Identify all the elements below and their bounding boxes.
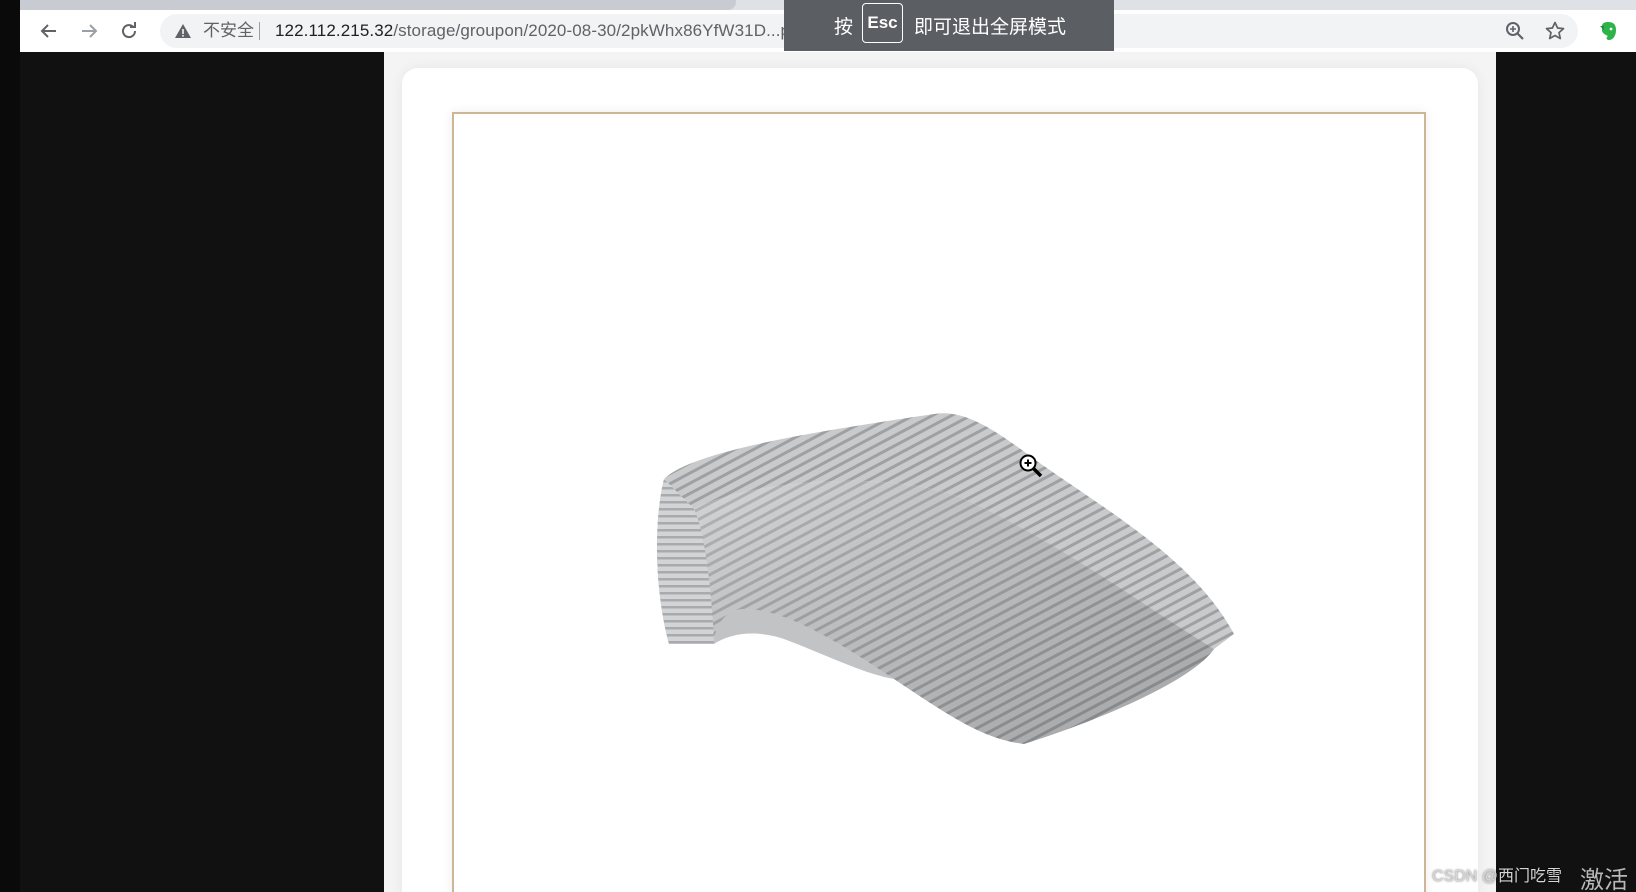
url-path: /storage/groupon/2020-08-30/2pkWhx86YfW3… bbox=[393, 21, 810, 40]
forward-button[interactable] bbox=[74, 16, 104, 46]
toast-press-text: 按 bbox=[834, 17, 854, 38]
reload-icon bbox=[122, 22, 137, 39]
url-host: 122.112.215.32 bbox=[275, 21, 394, 40]
left-backdrop bbox=[20, 52, 384, 892]
image-card bbox=[402, 68, 1478, 892]
arrow-right-icon bbox=[82, 24, 98, 38]
right-backdrop bbox=[1496, 52, 1636, 892]
zoom-button[interactable] bbox=[1500, 16, 1530, 46]
page-content bbox=[384, 52, 1496, 892]
url-text[interactable]: 122.112.215.32/storage/groupon/2020-08-3… bbox=[275, 22, 809, 40]
esc-key-badge: Esc bbox=[862, 3, 903, 43]
extension-button[interactable] bbox=[1594, 16, 1624, 46]
evernote-elephant-icon bbox=[1600, 22, 1616, 40]
fullscreen-toast: 按 Esc 即可退出全屏模式 bbox=[784, 0, 1114, 51]
active-tab[interactable] bbox=[20, 0, 736, 10]
zoom-in-cursor-icon bbox=[1019, 454, 1043, 478]
windows-activation-text: 激活 bbox=[1580, 867, 1628, 892]
arrow-left-icon bbox=[40, 24, 56, 38]
star-icon bbox=[1545, 21, 1565, 40]
back-button[interactable] bbox=[34, 16, 64, 46]
product-image-frame[interactable] bbox=[452, 112, 1426, 892]
csdn-watermark: CSDN @西门吃雪 bbox=[1432, 868, 1563, 885]
pillow-image[interactable] bbox=[634, 389, 1284, 749]
reload-button[interactable] bbox=[114, 16, 144, 46]
security-label[interactable]: 不安全 bbox=[203, 22, 254, 40]
desktop-edge bbox=[0, 0, 20, 892]
toast-message: 即可退出全屏模式 bbox=[914, 17, 1067, 38]
zoom-in-icon bbox=[1506, 22, 1524, 40]
bookmark-button[interactable] bbox=[1540, 16, 1570, 46]
screenshot-frame: 不安全 122.112.215.32/storage/groupon/2020-… bbox=[0, 0, 1636, 892]
omnibox-divider bbox=[259, 22, 260, 40]
warning-triangle-icon[interactable] bbox=[174, 22, 192, 40]
